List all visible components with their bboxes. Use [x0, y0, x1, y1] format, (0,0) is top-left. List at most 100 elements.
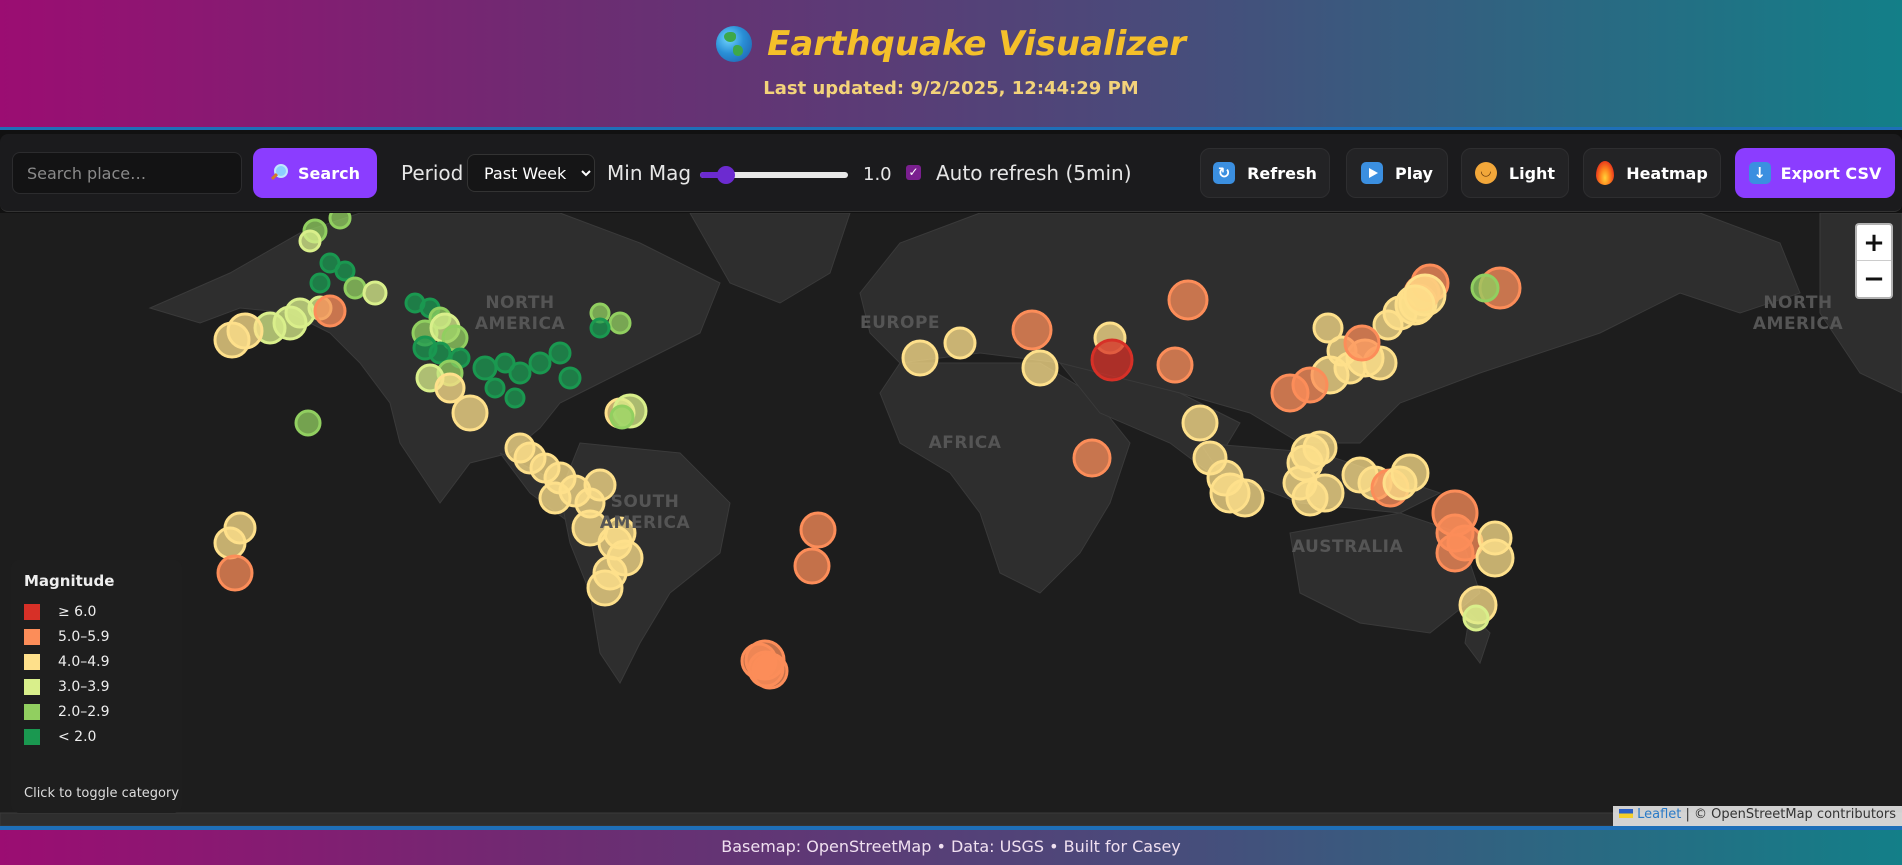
- map-label-north-america: NORTH AMERICA: [474, 293, 566, 334]
- search-button[interactable]: Search: [253, 148, 377, 198]
- earthquake-marker[interactable]: [1225, 478, 1265, 518]
- min-mag-slider-thumb[interactable]: [716, 166, 735, 184]
- zoom-out-button[interactable]: −: [1857, 261, 1891, 297]
- heatmap-button-label: Heatmap: [1626, 163, 1708, 183]
- legend-swatch: [24, 604, 40, 620]
- earthquake-marker[interactable]: [538, 481, 572, 515]
- legend-label: 3.0–3.9: [58, 679, 110, 695]
- earthquake-marker[interactable]: [901, 339, 939, 377]
- earthquake-marker[interactable]: [1390, 453, 1430, 493]
- legend-item-5[interactable]: 5.0–5.9: [24, 629, 110, 645]
- legend-label: ≥ 6.0: [58, 604, 97, 620]
- earthquake-marker[interactable]: [1090, 338, 1134, 382]
- refresh-button-label: Refresh: [1247, 163, 1317, 183]
- earthquake-marker[interactable]: [484, 377, 506, 399]
- legend-item-4[interactable]: 4.0–4.9: [24, 654, 110, 670]
- earthquake-marker[interactable]: [589, 317, 611, 339]
- earthquake-marker[interactable]: [1343, 324, 1381, 362]
- light-theme-button-label: Light: [1508, 163, 1556, 183]
- play-button[interactable]: Play: [1346, 148, 1448, 198]
- legend-item-3[interactable]: 3.0–3.9: [24, 679, 110, 695]
- earthquake-marker[interactable]: [294, 409, 322, 437]
- page-title: Earthquake Visualizer: [767, 24, 1186, 64]
- legend-item-2[interactable]: 2.0–2.9: [24, 704, 110, 720]
- earthquake-marker[interactable]: [508, 361, 532, 385]
- footer: Basemap: OpenStreetMap • Data: USGS • Bu…: [0, 826, 1902, 865]
- legend-item-6plus[interactable]: ≥ 6.0: [24, 604, 96, 620]
- earthquake-marker[interactable]: [1302, 430, 1338, 466]
- min-mag-label: Min Mag: [607, 161, 692, 185]
- legend-swatch: [24, 629, 40, 645]
- earthquake-marker[interactable]: [943, 326, 977, 360]
- heatmap-button[interactable]: Heatmap: [1583, 148, 1721, 198]
- earthquake-marker[interactable]: [1181, 404, 1219, 442]
- legend-label: 5.0–5.9: [58, 629, 110, 645]
- earthquake-marker[interactable]: [1305, 473, 1345, 513]
- toolbar: Search Period Past Week Min Mag 1.0 ✓ Au…: [0, 134, 1902, 212]
- earthquake-marker[interactable]: [609, 404, 635, 430]
- earthquake-marker[interactable]: [548, 341, 572, 365]
- earthquake-marker[interactable]: [799, 511, 837, 549]
- earthquake-marker[interactable]: [1462, 604, 1490, 632]
- search-icon: [270, 164, 289, 182]
- last-updated-text: Last updated: 9/2/2025, 12:44:29 PM: [763, 78, 1139, 99]
- earthquake-marker[interactable]: [1475, 538, 1515, 578]
- play-icon: [1361, 162, 1384, 184]
- refresh-icon: [1213, 162, 1236, 184]
- legend-swatch: [24, 679, 40, 695]
- earthquake-marker[interactable]: [586, 569, 624, 607]
- earthquake-marker[interactable]: [1011, 309, 1053, 351]
- earthquake-marker[interactable]: [793, 547, 831, 585]
- earthquake-marker[interactable]: [472, 355, 498, 381]
- earthquake-marker[interactable]: [451, 394, 489, 432]
- earthquake-marker[interactable]: [751, 652, 789, 690]
- earthquake-marker[interactable]: [1312, 312, 1344, 344]
- zoom-in-button[interactable]: +: [1857, 225, 1891, 261]
- period-select[interactable]: Past Week: [467, 154, 595, 192]
- refresh-button[interactable]: Refresh: [1200, 148, 1330, 198]
- earthquake-marker[interactable]: [608, 311, 632, 335]
- earthquake-marker[interactable]: [558, 366, 582, 390]
- earthquake-marker[interactable]: [216, 554, 254, 592]
- earthquake-markers[interactable]: [0, 213, 1902, 826]
- search-input[interactable]: [12, 152, 242, 194]
- globe-icon: [716, 26, 753, 62]
- earthquake-marker[interactable]: [213, 321, 251, 359]
- map-label-africa: AFRICA: [928, 433, 1002, 453]
- smiley-sun-icon: [1474, 162, 1497, 184]
- earthquake-marker[interactable]: [1021, 349, 1059, 387]
- legend-label: 4.0–4.9: [58, 654, 110, 670]
- attribution-text: | © OpenStreetMap contributors: [1685, 807, 1897, 822]
- earthquake-marker[interactable]: [1435, 533, 1475, 573]
- map[interactable]: NORTH AMERICA EUROPE AFRICA SOUTH AMERIC…: [0, 213, 1902, 826]
- play-button-label: Play: [1395, 163, 1433, 183]
- auto-refresh-label: Auto refresh (5min): [936, 161, 1132, 185]
- earthquake-marker[interactable]: [309, 272, 331, 294]
- earthquake-marker[interactable]: [1470, 273, 1500, 303]
- light-theme-button[interactable]: Light: [1461, 148, 1569, 198]
- earthquake-marker[interactable]: [1270, 373, 1310, 413]
- earthquake-marker[interactable]: [1167, 279, 1209, 321]
- earthquake-marker[interactable]: [298, 229, 322, 253]
- leaflet-link[interactable]: Leaflet: [1637, 807, 1681, 822]
- earthquake-marker[interactable]: [343, 276, 367, 300]
- auto-refresh-checkbox[interactable]: ✓: [906, 165, 921, 180]
- search-button-label: Search: [298, 163, 360, 183]
- earthquake-marker[interactable]: [1394, 284, 1436, 326]
- earthquake-marker[interactable]: [1156, 346, 1194, 384]
- export-csv-button[interactable]: Export CSV: [1735, 148, 1895, 198]
- magnitude-legend: Magnitude ≥ 6.0 5.0–5.9 4.0–4.9 3.0–3.9 …: [11, 560, 182, 813]
- earthquake-marker[interactable]: [362, 280, 388, 306]
- earthquake-marker[interactable]: [528, 351, 552, 375]
- earthquake-marker[interactable]: [328, 213, 352, 230]
- min-mag-slider[interactable]: [700, 166, 848, 184]
- legend-item-under-2[interactable]: < 2.0: [24, 729, 96, 745]
- ukraine-flag-icon: [1619, 809, 1634, 818]
- earthquake-marker[interactable]: [213, 526, 247, 560]
- period-label: Period: [401, 161, 464, 185]
- earthquake-marker[interactable]: [313, 294, 347, 328]
- download-icon: [1748, 162, 1771, 184]
- earthquake-marker[interactable]: [504, 387, 526, 409]
- fire-icon: [1596, 161, 1615, 185]
- earthquake-marker[interactable]: [1072, 438, 1112, 478]
